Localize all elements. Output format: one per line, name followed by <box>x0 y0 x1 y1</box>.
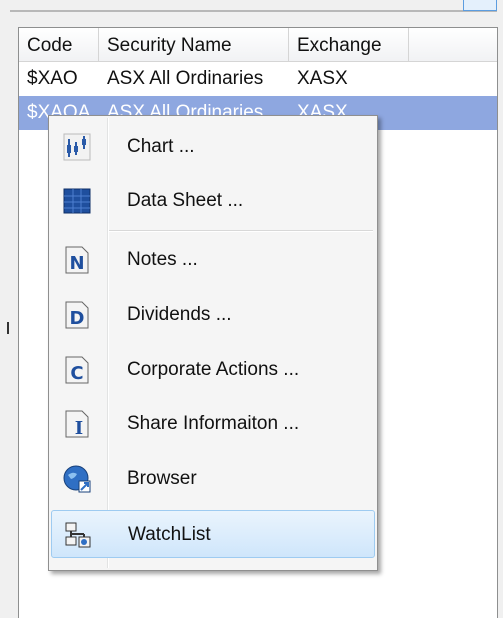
table-row[interactable]: $XAO ASX All Ordinaries XASX <box>19 62 497 96</box>
share-information-icon: I <box>63 410 91 439</box>
svg-text:I: I <box>75 418 83 438</box>
svg-text:C: C <box>70 363 83 384</box>
menu-item-share-information[interactable]: I Share Informaiton ... <box>51 400 375 448</box>
menu-item-chart[interactable]: Chart ... <box>51 123 375 171</box>
splitter-handle[interactable] <box>7 322 9 334</box>
menu-item-label: Corporate Actions ... <box>127 359 300 380</box>
menu-item-label: WatchList <box>128 524 211 545</box>
column-header-exchange[interactable]: Exchange <box>289 28 409 61</box>
cell-code: $XAO <box>27 68 78 89</box>
corporate-actions-icon: C <box>63 356 91 384</box>
column-header-security-name[interactable]: Security Name <box>99 28 289 61</box>
notes-icon: N <box>63 246 91 274</box>
menu-item-label: Data Sheet ... <box>127 190 244 211</box>
browser-icon <box>63 465 91 493</box>
menu-item-browser[interactable]: Browser <box>51 455 375 503</box>
menu-item-label: Share Informaiton ... <box>127 413 300 434</box>
menu-item-watchlist[interactable]: WatchList <box>51 510 375 558</box>
svg-text:D: D <box>70 308 85 329</box>
chart-icon <box>63 133 91 161</box>
toolbar-button-edge[interactable] <box>463 0 497 11</box>
menu-item-label: Browser <box>127 468 197 489</box>
column-header-code[interactable]: Code <box>19 28 99 61</box>
menu-item-corporate-actions[interactable]: C Corporate Actions ... <box>51 346 375 394</box>
menu-item-label: Chart ... <box>127 136 195 157</box>
cell-security-name: ASX All Ordinaries <box>107 68 264 89</box>
svg-text:N: N <box>69 253 84 274</box>
menu-item-dividends[interactable]: D Dividends ... <box>51 291 375 339</box>
cell-exchange: XASX <box>297 68 348 89</box>
menu-item-label: Notes ... <box>127 249 198 270</box>
context-menu: Chart ... Data Sheet ... N Notes ... D D… <box>48 115 378 571</box>
data-sheet-icon <box>63 187 91 215</box>
menu-item-data-sheet[interactable]: Data Sheet ... <box>51 177 375 225</box>
dividends-icon: D <box>63 301 91 329</box>
toolbar-divider <box>10 10 497 12</box>
menu-item-notes[interactable]: N Notes ... <box>51 236 375 284</box>
watchlist-icon <box>64 521 92 549</box>
menu-separator-highlight <box>109 231 373 232</box>
menu-item-label: Dividends ... <box>127 304 232 325</box>
grid-header: Code Security Name Exchange <box>19 28 497 62</box>
top-toolbar-strip <box>0 0 503 18</box>
